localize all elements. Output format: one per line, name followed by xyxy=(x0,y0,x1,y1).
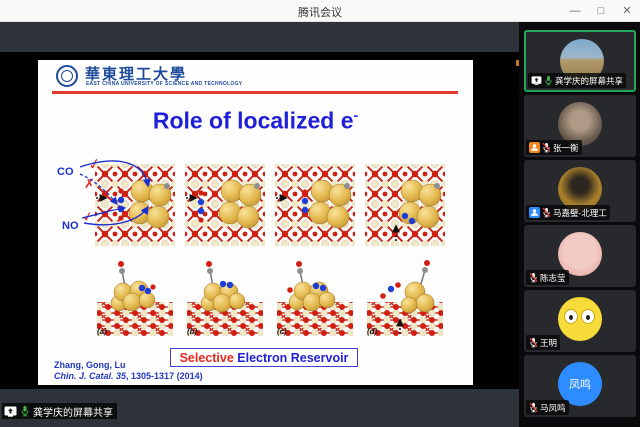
slide-title: Role of localized e- xyxy=(38,107,473,135)
mic-on-icon xyxy=(544,75,553,86)
participant-label: 王明 xyxy=(526,335,560,350)
cartoon-eye xyxy=(581,309,595,324)
person-icon xyxy=(530,143,539,152)
maximize-button[interactable]: □ xyxy=(594,0,608,22)
participant-label: 张一衡 xyxy=(526,140,582,155)
lattice-figure xyxy=(365,164,445,246)
cluster-figure xyxy=(275,258,355,340)
structure-panel-bottom-b: (b) xyxy=(185,258,265,340)
participant-tile[interactable]: 马嘉璧-北理工 xyxy=(524,160,636,222)
window-titlebar: 腾讯会议 — □ ✕ xyxy=(0,0,640,22)
mic-muted-icon xyxy=(529,402,538,413)
panel-label: (b) xyxy=(187,327,197,336)
presentation-slide: 華東理工大學 EAST CHINA UNIVERSITY OF SCIENCE … xyxy=(38,60,473,385)
member-badge xyxy=(529,207,540,218)
presenter-share-name: 龚学庆的屏幕共享 xyxy=(33,404,113,419)
participant-tile[interactable]: 张一衡 xyxy=(524,95,636,157)
participant-tile[interactable]: 王明 xyxy=(524,290,636,352)
panel-label: (c) xyxy=(277,327,287,336)
meeting-window: 腾讯会议 — □ ✕ 華東理工大學 EAST CHINA UNIVERSITY … xyxy=(0,0,640,427)
header-rule xyxy=(52,91,458,94)
panel-label: (d) xyxy=(367,327,377,336)
structure-panel-top-3 xyxy=(275,164,355,246)
participant-name: 马嘉璧-北理工 xyxy=(553,207,607,219)
citation-reference: Chin. J. Catal. 35, 1305-1317 (2014) xyxy=(54,371,203,382)
close-button[interactable]: ✕ xyxy=(620,0,634,22)
presenter-share-label: 龚学庆的屏幕共享 xyxy=(2,403,117,419)
person-icon xyxy=(530,208,539,217)
screen-share-icon xyxy=(531,76,542,85)
structure-panel-bottom-a: (a) xyxy=(95,258,175,340)
participant-label: 马凤鸣 xyxy=(526,400,569,415)
mic-on-icon xyxy=(20,405,30,417)
structure-panel-bottom-d: (d) xyxy=(365,258,445,340)
participant-label: 陈志莹 xyxy=(526,270,569,285)
participant-sidebar: 龚学庆的屏幕共享 张一衡 马嘉璧-北理工 陈志莹 xyxy=(519,22,640,427)
citation: Zhang, Gong, Lu Chin. J. Catal. 35, 1305… xyxy=(54,360,203,382)
university-logo xyxy=(56,65,78,87)
lattice-figure xyxy=(275,164,355,246)
participant-tile-presenter[interactable]: 龚学庆的屏幕共享 xyxy=(524,30,636,92)
mic-muted-icon xyxy=(542,142,551,153)
cartoon-eye xyxy=(564,309,578,324)
structure-panel-top-4 xyxy=(365,164,445,246)
avatar xyxy=(558,297,602,341)
banner-rest: Electron Reservoir xyxy=(234,351,349,365)
window-controls: — □ ✕ xyxy=(568,0,634,22)
structure-panel-top-1 xyxy=(95,164,175,246)
university-logo-inner xyxy=(61,70,73,82)
screen-share-stage: 華東理工大學 EAST CHINA UNIVERSITY OF SCIENCE … xyxy=(0,22,519,427)
mic-muted-icon xyxy=(529,272,538,283)
participant-name: 张一衡 xyxy=(553,142,579,154)
participant-tile[interactable]: 凤鸣 马凤鸣 xyxy=(524,355,636,417)
minimize-button[interactable]: — xyxy=(568,0,582,22)
cluster-figure xyxy=(95,258,175,340)
panel-label: (a) xyxy=(97,327,107,336)
structure-panel-bottom-c: (c) xyxy=(275,258,355,340)
citation-authors: Zhang, Gong, Lu xyxy=(54,360,203,371)
participant-label: 马嘉璧-北理工 xyxy=(526,205,610,220)
avatar-initials: 凤鸣 xyxy=(569,376,591,392)
mic-muted-icon xyxy=(529,337,538,348)
screen-share-icon xyxy=(4,406,17,417)
participant-name: 马凤鸣 xyxy=(540,402,566,414)
slide-title-superscript: - xyxy=(353,107,358,123)
window-title: 腾讯会议 xyxy=(0,4,640,20)
structure-panel-top-2 xyxy=(185,164,265,246)
no-label: NO xyxy=(62,220,79,232)
participant-name: 陈志莹 xyxy=(540,272,566,284)
member-badge xyxy=(529,142,540,153)
participant-name: 王明 xyxy=(540,337,557,349)
lattice-figure xyxy=(185,164,265,246)
lattice-figure xyxy=(95,164,175,246)
participant-label: 龚学庆的屏幕共享 xyxy=(528,73,626,88)
co-label: CO xyxy=(57,166,74,178)
check-icon: ✓ xyxy=(81,208,95,225)
participant-name: 龚学庆的屏幕共享 xyxy=(555,75,623,87)
letterbox: 華東理工大學 EAST CHINA UNIVERSITY OF SCIENCE … xyxy=(0,52,519,389)
mic-muted-icon xyxy=(542,207,551,218)
university-name-en: EAST CHINA UNIVERSITY OF SCIENCE AND TEC… xyxy=(86,81,242,87)
cross-icon: ✗ xyxy=(84,176,95,191)
participant-tile[interactable]: 陈志莹 xyxy=(524,225,636,287)
